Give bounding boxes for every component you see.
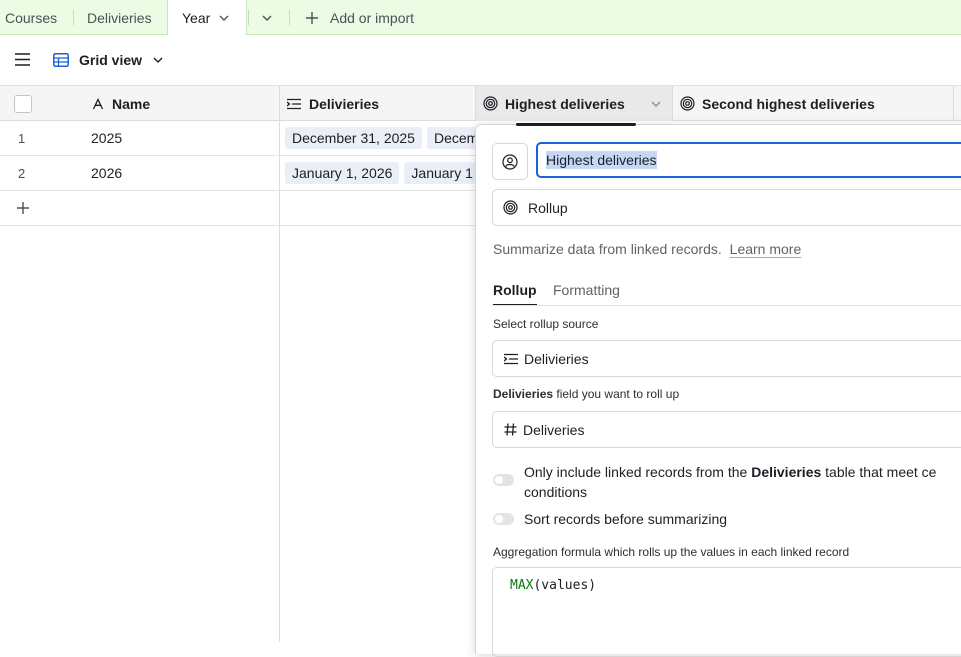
field-name-selected-text: Highest deliveries: [546, 151, 657, 169]
condition-label-line2: conditions: [524, 484, 588, 500]
column-divider: [279, 86, 280, 642]
add-or-import-button[interactable]: Add or import: [305, 0, 414, 35]
plus-icon[interactable]: [16, 201, 30, 215]
select-all-checkbox[interactable]: [13, 94, 32, 113]
rollup-field-label: Delivieries field you want to roll up: [493, 387, 679, 401]
condition-toggle[interactable]: [493, 474, 514, 486]
hamburger-menu-icon[interactable]: [15, 53, 30, 66]
rollup-field-label-text: field you want to roll up: [553, 387, 680, 401]
tab-divider: [492, 305, 961, 306]
learn-more-link[interactable]: Learn more: [730, 241, 802, 257]
view-switcher[interactable]: Grid view: [53, 49, 164, 71]
field-icon-picker[interactable]: [492, 143, 528, 180]
aggregation-label: Aggregation formula which rolls up the v…: [493, 545, 850, 559]
condition-label-suffix: table that meet ce: [821, 464, 937, 480]
rollup-spiral-icon: [680, 96, 695, 111]
tab-rollup[interactable]: Rollup: [493, 282, 537, 306]
rollup-source-select[interactable]: Delivieries: [492, 340, 961, 377]
table-tab-bar: Courses Delivieries Year Add or import: [0, 0, 961, 36]
rollup-field-label-table: Delivieries: [493, 387, 554, 401]
sort-toggle[interactable]: [493, 513, 514, 525]
sort-label: Sort records before summarizing: [524, 511, 728, 527]
column-header-highest-deliveries[interactable]: Highest deliveries: [476, 86, 673, 121]
row-name-cell[interactable]: 2026: [91, 156, 122, 190]
column-header-name-label: Name: [112, 95, 151, 112]
field-type-value: Rollup: [528, 199, 568, 216]
more-tables-button[interactable]: [261, 0, 273, 35]
row-delivieries-cell[interactable]: January 1, 2026 January 1: [285, 156, 475, 190]
rollup-field-select[interactable]: Deliveries: [492, 411, 961, 448]
chevron-down-icon: [152, 54, 164, 66]
linked-record-pill[interactable]: January 1: [404, 162, 475, 184]
rollup-spiral-icon: [483, 96, 498, 111]
panel-pointer: [516, 123, 636, 126]
row-number: 1: [18, 130, 26, 146]
column-header-second-highest-label: Second highest deliveries: [702, 95, 875, 112]
column-header-name[interactable]: Name: [85, 86, 280, 121]
condition-label: Only include linked records from the Del…: [524, 462, 936, 502]
chevron-down-icon[interactable]: [650, 98, 662, 110]
row-number: 2: [18, 165, 26, 181]
condition-label-prefix: Only include linked records from the: [524, 464, 752, 480]
user-circle-icon: [502, 153, 518, 170]
rollup-source-label: Select rollup source: [493, 317, 599, 331]
grid-header-row: Name Delivieries Highest deliveries Seco…: [0, 86, 961, 121]
formula-editor[interactable]: MAX(values): [492, 567, 961, 657]
linked-record-pill[interactable]: January 1, 2026: [285, 162, 400, 184]
condition-label-table: Delivieries: [751, 464, 822, 480]
tab-delivieries[interactable]: Delivieries: [87, 0, 152, 35]
field-config-panel: Highest deliveries Rollup Summarize data…: [475, 123, 961, 657]
rollup-source-value: Delivieries: [524, 350, 589, 367]
row-name-cell[interactable]: 2025: [91, 121, 122, 155]
rollup-spiral-icon: [503, 200, 518, 215]
column-header-delivieries[interactable]: Delivieries: [280, 86, 476, 121]
chevron-down-icon: [261, 12, 273, 24]
column-header-highest-label: Highest deliveries: [505, 95, 625, 112]
hash-icon: [504, 423, 517, 436]
tab-year-label: Year: [182, 10, 211, 26]
formula-args: (values): [533, 578, 597, 593]
linked-record-pill[interactable]: December 31, 2025: [285, 127, 422, 149]
select-all-cell: [0, 86, 85, 121]
view-toolbar: Grid view: [0, 35, 961, 86]
chevron-down-icon[interactable]: [218, 12, 230, 24]
column-header-second-highest[interactable]: Second highest deliveries: [673, 86, 954, 121]
tab-courses[interactable]: Courses: [5, 0, 57, 35]
tab-divider: [73, 10, 74, 25]
tab-courses-label: Courses: [5, 9, 58, 26]
text-a-icon: [92, 97, 104, 110]
field-description: Summarize data from linked records. Lear…: [493, 241, 801, 257]
formula-function: MAX: [510, 578, 534, 593]
tab-year[interactable]: Year: [167, 0, 247, 36]
field-type-select[interactable]: Rollup: [492, 189, 961, 226]
linked-record-pill[interactable]: Decem: [426, 127, 475, 149]
view-name: Grid view: [79, 52, 143, 68]
add-or-import-label: Add or import: [330, 9, 415, 26]
plus-icon: [305, 11, 319, 25]
linked-records-icon: [287, 98, 301, 110]
rollup-field-value: Deliveries: [523, 421, 585, 438]
tab-divider: [248, 10, 249, 25]
tab-divider: [289, 10, 290, 25]
linked-records-icon: [504, 353, 518, 365]
field-name-input[interactable]: Highest deliveries: [536, 142, 961, 178]
grid-view-icon: [53, 53, 69, 67]
tab-delivieries-label: Delivieries: [87, 9, 152, 26]
column-header-delivieries-label: Delivieries: [309, 95, 380, 112]
tab-formatting[interactable]: Formatting: [553, 282, 620, 298]
field-description-text: Summarize data from linked records.: [493, 241, 722, 257]
row-delivieries-cell[interactable]: December 31, 2025 Decem: [285, 121, 475, 155]
